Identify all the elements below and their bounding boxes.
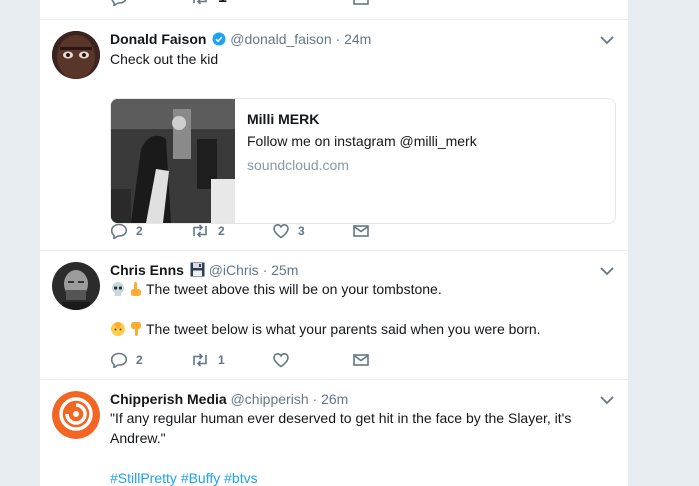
- username[interactable]: @iChris: [209, 262, 259, 278]
- tweet-header: Chris Enns @iChris · 25m: [110, 261, 298, 279]
- tweet-header: Chipperish Media @chipperish · 26m: [110, 390, 348, 408]
- card-photo: [111, 99, 235, 223]
- dm-button[interactable]: [352, 0, 370, 8]
- hashtag-link[interactable]: #btvs: [224, 470, 257, 486]
- timestamp[interactable]: 25m: [271, 262, 298, 278]
- display-name[interactable]: Chipperish Media: [110, 391, 227, 407]
- retweet-count: 1: [218, 353, 225, 367]
- tweet-chris-enns[interactable]: Chris Enns @iChris · 25m The tweet above…: [40, 251, 628, 380]
- retweet-button[interactable]: 1: [190, 0, 227, 8]
- envelope-icon: [353, 225, 369, 237]
- tweet-line-2: Andrew.": [110, 430, 166, 446]
- card-description: Follow me on instagram @milli_merk: [247, 133, 477, 149]
- separator: ·: [335, 31, 341, 47]
- avatar[interactable]: [52, 31, 100, 79]
- tweet-line-1: The tweet above this will be on your tom…: [146, 281, 442, 297]
- upload-icon: [353, 0, 369, 5]
- avatar-image: [52, 31, 100, 79]
- display-name[interactable]: Chris Enns: [110, 262, 184, 278]
- hashtags: #StillPretty #Buffy #btvs: [110, 468, 258, 486]
- card-url: soundcloud.com: [247, 157, 349, 173]
- reply-button[interactable]: [110, 0, 128, 8]
- envelope-icon: [353, 354, 369, 366]
- dm-button[interactable]: [352, 221, 370, 241]
- heart-icon: [273, 223, 289, 239]
- tweet-line-1: "If any regular human ever deserved to g…: [110, 410, 572, 426]
- reply-icon: [110, 223, 128, 239]
- retweet-icon: [193, 0, 207, 5]
- avatar-image: [52, 262, 100, 310]
- like-button[interactable]: [272, 350, 290, 370]
- like-count: 3: [298, 224, 305, 238]
- heart-icon: [273, 352, 289, 368]
- previous-tweet-actions: 1: [40, 0, 628, 20]
- separator: ·: [312, 391, 318, 407]
- chevron-down-icon[interactable]: [600, 266, 614, 276]
- username[interactable]: @donald_faison: [230, 31, 331, 47]
- avatar[interactable]: [52, 391, 100, 439]
- hashtag-link[interactable]: #Buffy: [181, 470, 220, 486]
- display-name[interactable]: Donald Faison: [110, 31, 206, 47]
- tweet-header: Donald Faison @donald_faison · 24m: [110, 30, 371, 48]
- retweet-icon: [193, 353, 207, 367]
- separator: ·: [262, 262, 268, 278]
- avatar[interactable]: [52, 262, 100, 310]
- timeline: 1 Donald Faison @donald_faison · 24m: [40, 0, 628, 486]
- reply-button[interactable]: 2: [110, 350, 143, 370]
- retweet-button[interactable]: 2: [190, 221, 225, 241]
- card-image: [111, 99, 235, 223]
- retweet-count: 1: [218, 0, 227, 7]
- timestamp[interactable]: 24m: [344, 31, 371, 47]
- tweet-chipperish-media[interactable]: Chipperish Media @chipperish · 26m "If a…: [40, 380, 628, 486]
- tweet-text: The tweet above this will be on your tom…: [110, 279, 442, 299]
- tweet-text: Check out the kid: [110, 51, 219, 67]
- retweet-button[interactable]: 1: [190, 350, 225, 370]
- baby-emoji-icon: [111, 322, 125, 336]
- timestamp[interactable]: 26m: [321, 391, 348, 407]
- card-title: Milli MERK: [247, 111, 320, 127]
- verified-icon: [212, 32, 226, 46]
- retweet-count: 2: [218, 224, 225, 238]
- like-button[interactable]: 3: [272, 221, 305, 241]
- dm-button[interactable]: [352, 350, 370, 370]
- reply-icon: [111, 0, 127, 6]
- reply-icon: [110, 352, 128, 368]
- hashtag-link[interactable]: #StillPretty: [110, 470, 177, 486]
- reply-count: 2: [136, 353, 143, 367]
- pointing-down-emoji-icon: [131, 322, 141, 336]
- pointing-up-emoji-icon: [131, 282, 141, 296]
- reply-count: 2: [136, 224, 143, 238]
- username[interactable]: @chipperish: [231, 391, 309, 407]
- floppy-disk-icon: [190, 262, 205, 277]
- link-card[interactable]: Milli MERK Follow me on instagram @milli…: [110, 98, 616, 224]
- skull-emoji-icon: [112, 282, 124, 296]
- retweet-icon: [193, 224, 207, 238]
- chevron-down-icon[interactable]: [600, 35, 614, 45]
- tweet-text-2: The tweet below is what your parents sai…: [110, 319, 541, 339]
- tweet-donald-faison[interactable]: Donald Faison @donald_faison · 24m Check…: [40, 20, 628, 251]
- tweet-line-2: The tweet below is what your parents sai…: [146, 321, 541, 337]
- reply-button[interactable]: 2: [110, 221, 143, 241]
- chipperish-logo-icon: [52, 391, 100, 439]
- chevron-down-icon[interactable]: [600, 395, 614, 405]
